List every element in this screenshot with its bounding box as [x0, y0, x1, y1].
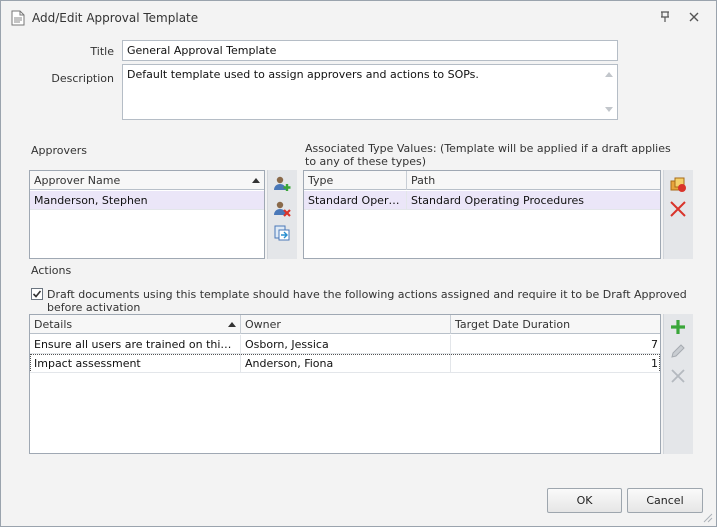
cancel-button[interactable]: Cancel: [627, 488, 703, 513]
approval-template-dialog: Add/Edit Approval Template Title General…: [0, 0, 717, 527]
approvers-grid: Approver Name Manderson, Stephen: [29, 170, 265, 259]
description-scrollbar[interactable]: [602, 66, 616, 118]
actions-toolbar: [663, 314, 693, 454]
import-approvers-icon[interactable]: [273, 224, 291, 242]
description-textarea[interactable]: Default template used to assign approver…: [122, 64, 618, 120]
draft-approval-checkbox[interactable]: [31, 288, 43, 300]
sort-ascending-icon: [252, 178, 260, 183]
document-icon: [11, 10, 25, 26]
scroll-down-icon[interactable]: [605, 107, 613, 113]
associated-type-row[interactable]: Standard Operat... Standard Operating Pr…: [304, 191, 660, 210]
associated-types-grid: Type Path Standard Operat... Standard Op…: [303, 170, 661, 259]
scroll-up-icon[interactable]: [605, 71, 613, 77]
approver-row[interactable]: Manderson, Stephen: [30, 191, 264, 210]
add-approver-icon[interactable]: [273, 175, 291, 193]
actions-grid: Details Owner Target Date Duration Ensur…: [29, 314, 661, 454]
approver-name-cell: Manderson, Stephen: [30, 191, 264, 210]
actions-label: Actions: [31, 264, 72, 277]
action-duration-cell: 7: [451, 335, 660, 354]
associated-types-toolbar: [663, 170, 693, 259]
type-cell: Standard Operat...: [304, 191, 407, 210]
column-target-date-duration[interactable]: Target Date Duration: [451, 315, 660, 334]
action-row[interactable]: Impact assessment Anderson, Fiona 1: [30, 354, 660, 373]
remove-type-icon[interactable]: [669, 200, 687, 218]
ok-button[interactable]: OK: [547, 488, 622, 513]
sort-ascending-icon: [228, 322, 236, 327]
associated-types-label: Associated Type Values: (Template will b…: [305, 142, 671, 168]
approvers-grid-header: Approver Name: [30, 171, 264, 190]
remove-approver-icon[interactable]: [273, 200, 291, 218]
close-icon[interactable]: [687, 10, 701, 24]
action-row[interactable]: Ensure all users are trained on this dra…: [30, 335, 660, 354]
column-owner[interactable]: Owner: [241, 315, 451, 334]
column-path[interactable]: Path: [407, 171, 660, 190]
add-action-icon[interactable]: [669, 318, 687, 336]
actions-grid-header: Details Owner Target Date Duration: [30, 315, 660, 334]
checkmark-icon: [32, 290, 42, 298]
description-label: Description: [51, 72, 114, 85]
title-label: Title: [90, 45, 114, 58]
column-type[interactable]: Type: [304, 171, 407, 190]
pin-icon[interactable]: [658, 10, 672, 24]
approvers-toolbar: [267, 170, 297, 259]
resize-grip-icon[interactable]: [701, 511, 713, 523]
action-duration-cell: 1: [451, 354, 660, 373]
associated-types-grid-header: Type Path: [304, 171, 660, 190]
column-details-label: Details: [34, 318, 73, 331]
title-bar: Add/Edit Approval Template: [1, 1, 716, 33]
action-details-cell: Ensure all users are trained on this dra…: [30, 335, 241, 354]
path-cell: Standard Operating Procedures: [407, 191, 660, 210]
title-input[interactable]: General Approval Template: [122, 40, 618, 61]
column-approver-name-label: Approver Name: [34, 174, 121, 187]
action-owner-cell: Anderson, Fiona: [241, 354, 451, 373]
add-type-icon[interactable]: [669, 175, 687, 193]
column-details[interactable]: Details: [30, 315, 241, 334]
column-approver-name[interactable]: Approver Name: [30, 171, 264, 190]
action-details-cell: Impact assessment: [30, 354, 241, 373]
delete-action-icon[interactable]: [669, 367, 687, 385]
approvers-label: Approvers: [31, 144, 88, 157]
dialog-title: Add/Edit Approval Template: [32, 11, 199, 25]
edit-action-icon[interactable]: [669, 342, 687, 360]
action-owner-cell: Osborn, Jessica: [241, 335, 451, 354]
draft-approval-checkbox-label[interactable]: Draft documents using this template shou…: [47, 288, 716, 314]
description-text: Default template used to assign approver…: [127, 68, 479, 81]
